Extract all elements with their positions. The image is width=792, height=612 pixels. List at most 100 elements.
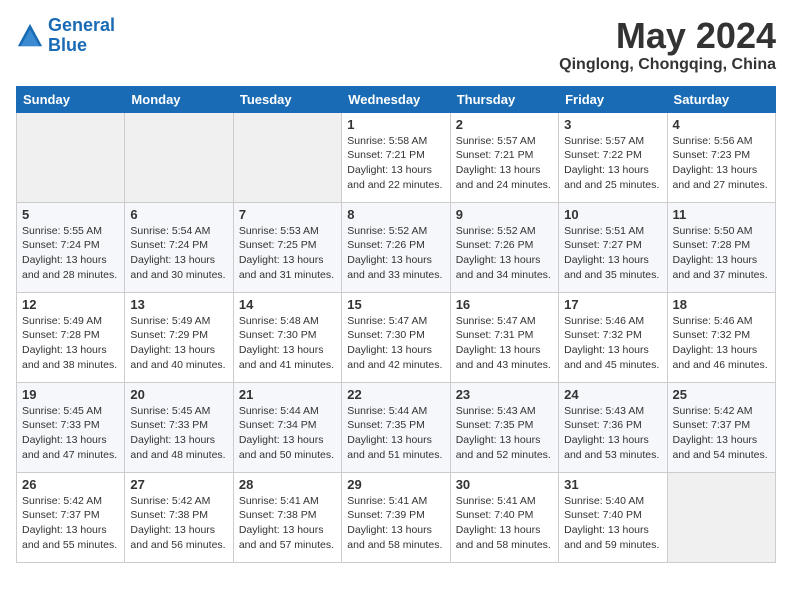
weekday-header-saturday: Saturday xyxy=(667,86,775,112)
calendar-cell: 10 Sunrise: 5:51 AMSunset: 7:27 PMDayligh… xyxy=(559,202,667,292)
weekday-header-row: SundayMondayTuesdayWednesdayThursdayFrid… xyxy=(17,86,776,112)
day-info: Sunrise: 5:53 AMSunset: 7:25 PMDaylight:… xyxy=(239,224,336,283)
day-info: Sunrise: 5:41 AMSunset: 7:39 PMDaylight:… xyxy=(347,494,444,553)
day-number: 17 xyxy=(564,297,661,312)
calendar-cell: 9 Sunrise: 5:52 AMSunset: 7:26 PMDaylight… xyxy=(450,202,558,292)
day-number: 7 xyxy=(239,207,336,222)
weekday-header-tuesday: Tuesday xyxy=(233,86,341,112)
page-header: General Blue May 2024 Qinglong, Chongqin… xyxy=(16,16,776,74)
day-number: 19 xyxy=(22,387,119,402)
day-number: 29 xyxy=(347,477,444,492)
calendar-cell: 28 Sunrise: 5:41 AMSunset: 7:38 PMDayligh… xyxy=(233,472,341,562)
calendar-cell: 1Sunrise: 5:58 AMSunset: 7:21 PMDaylight… xyxy=(342,112,450,202)
day-number: 26 xyxy=(22,477,119,492)
day-number: 14 xyxy=(239,297,336,312)
calendar-cell xyxy=(667,472,775,562)
logo-blue: Blue xyxy=(48,35,87,55)
day-info: Sunrise: 5:43 AMSunset: 7:36 PMDaylight:… xyxy=(564,404,661,463)
calendar-cell: 12 Sunrise: 5:49 AMSunset: 7:28 PMDayligh… xyxy=(17,292,125,382)
day-info: Sunrise: 5:44 AMSunset: 7:35 PMDaylight:… xyxy=(347,404,444,463)
week-row-5: 26 Sunrise: 5:42 AMSunset: 7:37 PMDayligh… xyxy=(17,472,776,562)
title-block: May 2024 Qinglong, Chongqing, China xyxy=(559,16,776,74)
calendar-cell: 30 Sunrise: 5:41 AMSunset: 7:40 PMDayligh… xyxy=(450,472,558,562)
day-info: Sunrise: 5:49 AMSunset: 7:29 PMDaylight:… xyxy=(130,314,227,373)
day-info: Sunrise: 5:47 AMSunset: 7:31 PMDaylight:… xyxy=(456,314,553,373)
calendar-cell xyxy=(125,112,233,202)
logo: General Blue xyxy=(16,16,115,56)
calendar-cell: 23 Sunrise: 5:43 AMSunset: 7:35 PMDayligh… xyxy=(450,382,558,472)
month-title: May 2024 xyxy=(559,16,776,56)
day-info: Sunrise: 5:51 AMSunset: 7:27 PMDaylight:… xyxy=(564,224,661,283)
week-row-3: 12 Sunrise: 5:49 AMSunset: 7:28 PMDayligh… xyxy=(17,292,776,382)
logo-icon xyxy=(16,22,44,50)
day-info: Sunrise: 5:50 AMSunset: 7:28 PMDaylight:… xyxy=(673,224,770,283)
calendar-cell: 16 Sunrise: 5:47 AMSunset: 7:31 PMDayligh… xyxy=(450,292,558,382)
day-number: 12 xyxy=(22,297,119,312)
day-info: Sunrise: 5:41 AMSunset: 7:40 PMDaylight:… xyxy=(456,494,553,553)
calendar-cell: 22 Sunrise: 5:44 AMSunset: 7:35 PMDayligh… xyxy=(342,382,450,472)
day-info: Sunrise: 5:52 AMSunset: 7:26 PMDaylight:… xyxy=(347,224,444,283)
day-number: 6 xyxy=(130,207,227,222)
calendar-cell: 19 Sunrise: 5:45 AMSunset: 7:33 PMDayligh… xyxy=(17,382,125,472)
calendar-cell: 21 Sunrise: 5:44 AMSunset: 7:34 PMDayligh… xyxy=(233,382,341,472)
calendar-cell: 4Sunrise: 5:56 AMSunset: 7:23 PMDaylight… xyxy=(667,112,775,202)
calendar-cell: 14 Sunrise: 5:48 AMSunset: 7:30 PMDayligh… xyxy=(233,292,341,382)
calendar-cell xyxy=(17,112,125,202)
day-info: Sunrise: 5:48 AMSunset: 7:30 PMDaylight:… xyxy=(239,314,336,373)
day-info: Sunrise: 5:44 AMSunset: 7:34 PMDaylight:… xyxy=(239,404,336,463)
day-info: Sunrise: 5:42 AMSunset: 7:37 PMDaylight:… xyxy=(22,494,119,553)
day-number: 11 xyxy=(673,207,770,222)
calendar-cell: 26 Sunrise: 5:42 AMSunset: 7:37 PMDayligh… xyxy=(17,472,125,562)
calendar-cell: 17Sunrise: 5:46 AMSunset: 7:32 PMDayligh… xyxy=(559,292,667,382)
calendar-cell: 11 Sunrise: 5:50 AMSunset: 7:28 PMDayligh… xyxy=(667,202,775,292)
day-info: Sunrise: 5:56 AMSunset: 7:23 PMDaylight:… xyxy=(673,134,770,193)
logo-general: General xyxy=(48,15,115,35)
day-number: 2 xyxy=(456,117,553,132)
day-info: Sunrise: 5:57 AMSunset: 7:21 PMDaylight:… xyxy=(456,134,553,193)
day-info: Sunrise: 5:42 AMSunset: 7:38 PMDaylight:… xyxy=(130,494,227,553)
day-info: Sunrise: 5:58 AMSunset: 7:21 PMDaylight:… xyxy=(347,134,444,193)
calendar-cell: 8 Sunrise: 5:52 AMSunset: 7:26 PMDaylight… xyxy=(342,202,450,292)
day-number: 16 xyxy=(456,297,553,312)
week-row-4: 19 Sunrise: 5:45 AMSunset: 7:33 PMDayligh… xyxy=(17,382,776,472)
day-number: 15 xyxy=(347,297,444,312)
day-info: Sunrise: 5:54 AMSunset: 7:24 PMDaylight:… xyxy=(130,224,227,283)
day-number: 28 xyxy=(239,477,336,492)
day-number: 30 xyxy=(456,477,553,492)
logo-text: General Blue xyxy=(48,16,115,56)
day-info: Sunrise: 5:49 AMSunset: 7:28 PMDaylight:… xyxy=(22,314,119,373)
day-number: 10 xyxy=(564,207,661,222)
day-number: 13 xyxy=(130,297,227,312)
day-number: 31 xyxy=(564,477,661,492)
day-info: Sunrise: 5:41 AMSunset: 7:38 PMDaylight:… xyxy=(239,494,336,553)
weekday-header-monday: Monday xyxy=(125,86,233,112)
day-info: Sunrise: 5:52 AMSunset: 7:26 PMDaylight:… xyxy=(456,224,553,283)
day-number: 21 xyxy=(239,387,336,402)
day-info: Sunrise: 5:40 AMSunset: 7:40 PMDaylight:… xyxy=(564,494,661,553)
weekday-header-sunday: Sunday xyxy=(17,86,125,112)
day-info: Sunrise: 5:45 AMSunset: 7:33 PMDaylight:… xyxy=(130,404,227,463)
day-number: 22 xyxy=(347,387,444,402)
day-info: Sunrise: 5:45 AMSunset: 7:33 PMDaylight:… xyxy=(22,404,119,463)
day-number: 18 xyxy=(673,297,770,312)
calendar-cell: 13 Sunrise: 5:49 AMSunset: 7:29 PMDayligh… xyxy=(125,292,233,382)
day-info: Sunrise: 5:57 AMSunset: 7:22 PMDaylight:… xyxy=(564,134,661,193)
day-number: 8 xyxy=(347,207,444,222)
weekday-header-thursday: Thursday xyxy=(450,86,558,112)
day-number: 9 xyxy=(456,207,553,222)
day-number: 23 xyxy=(456,387,553,402)
calendar-cell: 5 Sunrise: 5:55 AMSunset: 7:24 PMDaylight… xyxy=(17,202,125,292)
calendar-cell: 31 Sunrise: 5:40 AMSunset: 7:40 PMDayligh… xyxy=(559,472,667,562)
day-info: Sunrise: 5:47 AMSunset: 7:30 PMDaylight:… xyxy=(347,314,444,373)
day-info: Sunrise: 5:43 AMSunset: 7:35 PMDaylight:… xyxy=(456,404,553,463)
calendar-cell: 27Sunrise: 5:42 AMSunset: 7:38 PMDayligh… xyxy=(125,472,233,562)
calendar-table: SundayMondayTuesdayWednesdayThursdayFrid… xyxy=(16,86,776,563)
day-number: 5 xyxy=(22,207,119,222)
location-title: Qinglong, Chongqing, China xyxy=(559,56,776,74)
week-row-1: 1Sunrise: 5:58 AMSunset: 7:21 PMDaylight… xyxy=(17,112,776,202)
day-info: Sunrise: 5:55 AMSunset: 7:24 PMDaylight:… xyxy=(22,224,119,283)
weekday-header-friday: Friday xyxy=(559,86,667,112)
day-number: 3 xyxy=(564,117,661,132)
day-number: 24 xyxy=(564,387,661,402)
week-row-2: 5 Sunrise: 5:55 AMSunset: 7:24 PMDaylight… xyxy=(17,202,776,292)
